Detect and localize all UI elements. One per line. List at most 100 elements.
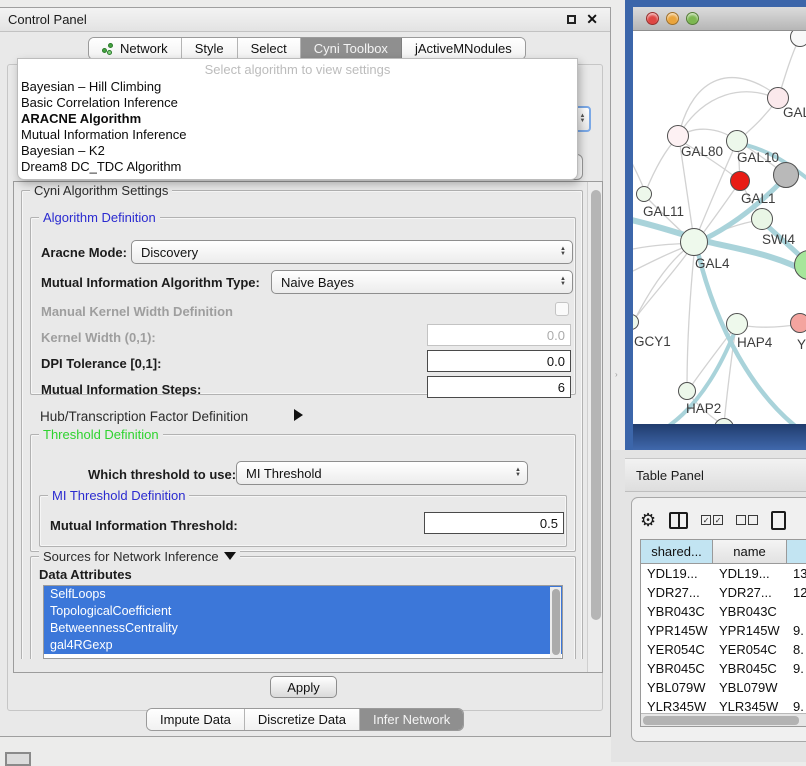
node-table[interactable]: shared...name YDL19...YDL19...13YDR27...…: [640, 539, 806, 727]
mi-algorithm-type-combobox[interactable]: Naive Bayes ▲▼: [271, 270, 573, 294]
close-icon[interactable]: ✕: [586, 11, 598, 28]
table-cell: YBL079W: [641, 678, 713, 697]
new-column-icon[interactable]: [771, 511, 786, 530]
algorithm-popup-list: Bayesian – Hill ClimbingBasic Correlatio…: [18, 79, 577, 175]
network-icon: [102, 43, 115, 55]
algorithm-option[interactable]: Basic Correlation Inference: [18, 95, 577, 111]
table-row[interactable]: YBR043CYBR043C: [641, 602, 806, 621]
node-label-gal11: GAL11: [643, 204, 684, 219]
checked-pair-icon[interactable]: ✓✓: [701, 515, 723, 525]
kernel-width-label: Kernel Width (0,1):: [41, 330, 156, 345]
kernel-width-field[interactable]: [427, 324, 571, 346]
aracne-mode-label: Aracne Mode:: [41, 245, 127, 260]
attr-items: SelfLoopsTopologicalCoefficientBetweenne…: [44, 586, 562, 654]
tab-style[interactable]: Style: [182, 38, 238, 59]
panel-splitter-handle[interactable]: ›: [615, 370, 620, 379]
mi-steps-field[interactable]: [427, 376, 571, 398]
threshold-definition-group: Threshold Definition Which threshold to …: [30, 434, 576, 552]
column-header-shared[interactable]: shared...: [641, 540, 713, 564]
table-row[interactable]: YDL19...YDL19...13: [641, 564, 806, 583]
table-hscrollbar[interactable]: [641, 713, 806, 726]
combo-value: MI Threshold: [246, 466, 322, 481]
algorithm-definition-group: Algorithm Definition Aracne Mode: Discov…: [30, 217, 576, 395]
network-node[interactable]: [678, 382, 696, 400]
manual-kernel-checkbox[interactable]: [555, 302, 569, 316]
expand-arrow-icon[interactable]: [294, 409, 303, 421]
tab-cyni-toolbox[interactable]: Cyni Toolbox: [301, 38, 402, 59]
table-cell: YBR045C: [641, 659, 713, 678]
network-window-bottom-frame: [633, 424, 806, 450]
attribute-item[interactable]: TopologicalCoefficient: [44, 603, 562, 620]
algorithm-option[interactable]: Dream8 DC_TDC Algorithm: [18, 159, 577, 175]
stepper-icon: ▲▼: [515, 468, 527, 478]
tab-select[interactable]: Select: [238, 38, 301, 59]
attribute-item[interactable]: SelfLoops: [44, 586, 562, 603]
table-row[interactable]: YBL079WYBL079W: [641, 678, 806, 697]
bottom-tabs: Impute DataDiscretize Data Infer Network: [146, 708, 464, 731]
table-cell: YER054C: [641, 640, 713, 659]
manual-kernel-label: Manual Kernel Width Definition: [41, 304, 233, 319]
algorithm-option[interactable]: Bayesian – Hill Climbing: [18, 79, 577, 95]
table-cell: 9.: [787, 697, 806, 714]
dpi-tolerance-field[interactable]: [427, 350, 571, 372]
table-cell: YPR145W: [713, 621, 787, 640]
attribute-item[interactable]: gal4RGexp: [44, 637, 562, 654]
table-cell: YBR043C: [641, 602, 713, 621]
table-row[interactable]: YDR27...YDR27...12: [641, 583, 806, 602]
gear-icon[interactable]: ⚙: [640, 510, 656, 530]
algorithm-option[interactable]: Mutual Information Inference: [18, 127, 577, 143]
tab-label: Infer Network: [373, 712, 450, 727]
tab-impute-data[interactable]: Impute Data: [147, 709, 245, 730]
stepper-icon: ▲▼: [560, 247, 572, 257]
network-node[interactable]: [636, 186, 652, 202]
settings-scroll-area: Cyni Algorithm Settings Algorithm Defini…: [13, 181, 603, 673]
aracne-mode-combobox[interactable]: Discovery ▲▼: [131, 240, 573, 264]
float-icon[interactable]: [567, 15, 576, 24]
column-header-clipped[interactable]: [787, 540, 806, 564]
control-panel-window: Control Panel ✕ NetworkStyleSelectCyni T…: [0, 7, 611, 737]
table-row[interactable]: YLR345WYLR345W9.: [641, 697, 806, 714]
settings-vscrollbar[interactable]: [587, 182, 602, 672]
tab-infer-network[interactable]: Infer Network: [360, 709, 463, 730]
tab-network[interactable]: Network: [89, 38, 182, 59]
apply-button[interactable]: Apply: [270, 676, 337, 698]
group-title: Threshold Definition: [39, 427, 163, 442]
node-label-gal10: GAL10: [737, 150, 779, 165]
network-node[interactable]: [773, 162, 799, 188]
split-column-icon[interactable]: [669, 512, 688, 529]
tab-label: Style: [195, 41, 224, 56]
mi-type-label: Mutual Information Algorithm Type:: [41, 275, 260, 290]
algorithm-option[interactable]: Bayesian – K2: [18, 143, 577, 159]
zoom-traffic-light-icon[interactable]: [686, 12, 699, 25]
data-attributes-list[interactable]: SelfLoopsTopologicalCoefficientBetweenne…: [43, 585, 563, 659]
close-traffic-light-icon[interactable]: [646, 12, 659, 25]
table-row[interactable]: YPR145WYPR145W9.: [641, 621, 806, 640]
table-panel-titlebar: Table Panel: [625, 458, 806, 492]
table-cell: [787, 678, 806, 697]
unchecked-pair-icon[interactable]: [736, 515, 758, 525]
table-cell: 13: [787, 564, 806, 583]
column-header-name[interactable]: name: [713, 540, 787, 564]
minimized-panel-icon[interactable]: [5, 752, 31, 766]
table-cell: YDL19...: [713, 564, 787, 583]
network-node[interactable]: [730, 171, 750, 191]
network-node[interactable]: [726, 130, 748, 152]
table-row[interactable]: YER054CYER054C8.: [641, 640, 806, 659]
network-node[interactable]: [726, 313, 748, 335]
network-node[interactable]: [751, 208, 773, 230]
node-label-gal1: GAL1: [741, 191, 776, 206]
which-threshold-combobox[interactable]: MI Threshold ▲▼: [236, 461, 528, 485]
tab-jactivemnodules[interactable]: jActiveMNodules: [402, 38, 525, 59]
collapse-arrow-icon[interactable]: [224, 552, 236, 560]
tab-discretize-data[interactable]: Discretize Data: [245, 709, 360, 730]
table-row[interactable]: YBR045CYBR045C9.: [641, 659, 806, 678]
mi-threshold-field[interactable]: [424, 512, 564, 534]
attributes-scrollbar[interactable]: [550, 587, 561, 659]
minimize-traffic-light-icon[interactable]: [666, 12, 679, 25]
network-canvas[interactable]: GALGAL80GAL10GAL1GAL11SWI4GAL4GCY1HAP4YH…: [633, 31, 806, 424]
attribute-item[interactable]: BetweennessCentrality: [44, 620, 562, 637]
network-node[interactable]: [790, 313, 806, 333]
algorithm-placeholder: Select algorithm to view settings: [18, 60, 577, 79]
network-node[interactable]: [680, 228, 708, 256]
algorithm-option[interactable]: ARACNE Algorithm: [18, 111, 577, 127]
